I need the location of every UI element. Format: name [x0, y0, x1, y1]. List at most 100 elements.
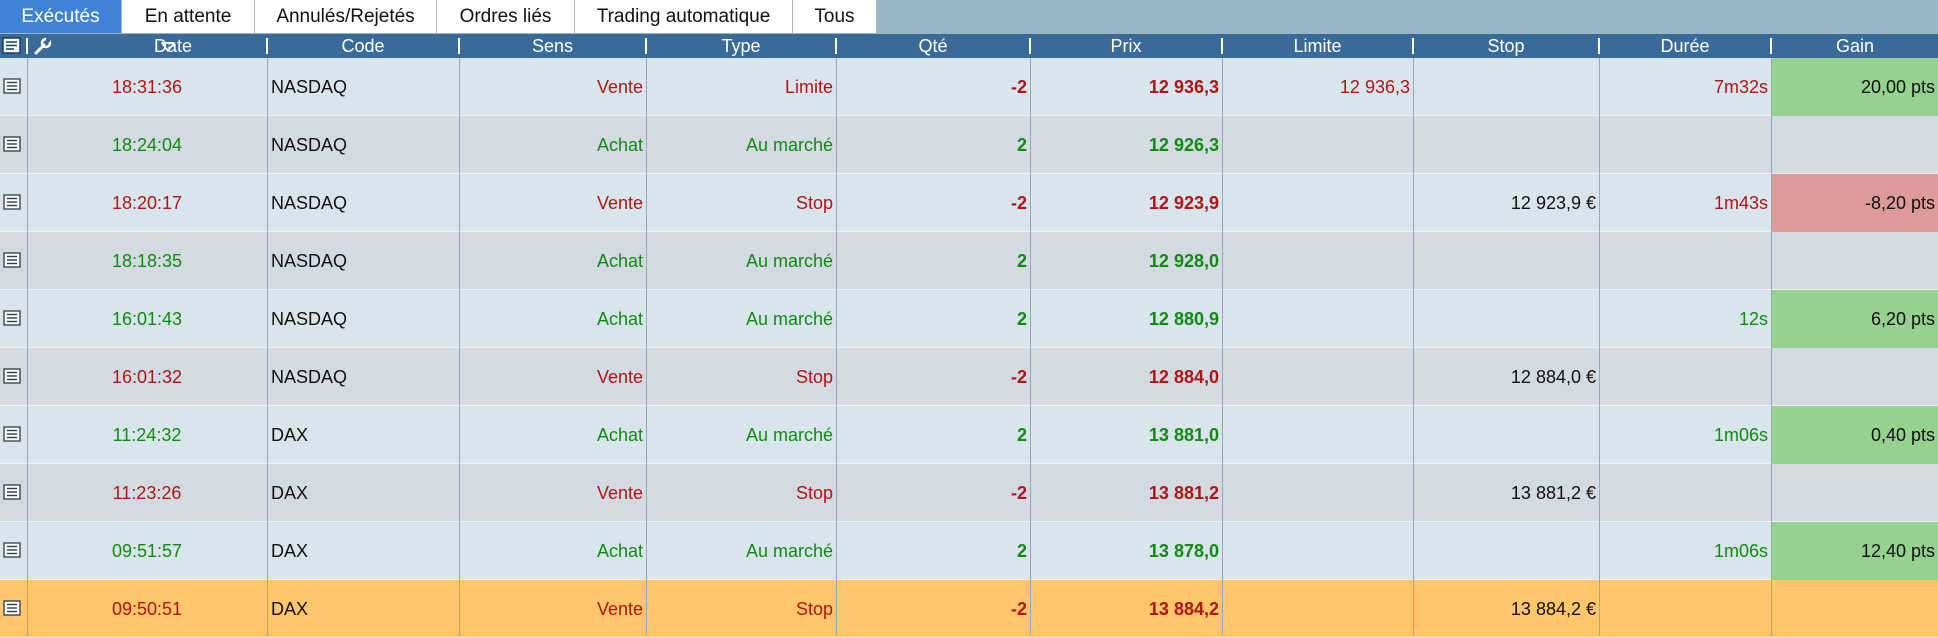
tab-trading-automatique[interactable]: Trading automatique	[575, 0, 793, 33]
prix-cell: 12 936,3	[1148, 77, 1219, 97]
date-cell: 18:20:17	[111, 193, 183, 213]
type-cell: Stop	[795, 599, 833, 619]
prix-cell: 12 928,0	[1148, 251, 1219, 271]
details-column-icon[interactable]	[2, 37, 22, 60]
table-row[interactable]: 16:01:43 NASDAQ Achat Au marché 2 12 880,9 12s…	[0, 290, 1938, 348]
code-cell: DAX	[271, 425, 309, 445]
column-separator[interactable]	[26, 38, 28, 54]
wrench-icon[interactable]	[33, 37, 53, 60]
order-details-icon[interactable]	[3, 252, 22, 273]
header-gain[interactable]: Gain	[1772, 34, 1938, 58]
limite-cell	[1223, 290, 1412, 348]
type-cell: Au marché	[745, 541, 833, 561]
header-qte[interactable]: Qté	[837, 34, 1029, 58]
tab-executes[interactable]: Exécutés	[0, 0, 122, 33]
limite-cell	[1223, 522, 1412, 580]
table-row[interactable]: 09:50:51 DAX Vente Stop -2 13 884,2 13 884,2 €	[0, 580, 1938, 638]
qte-cell: 2	[1016, 425, 1027, 445]
header-code[interactable]: Code	[268, 34, 458, 58]
header-duree[interactable]: Durée	[1600, 34, 1770, 58]
gain-cell: 6,20 pts	[1772, 290, 1938, 348]
tab-ordres-lies[interactable]: Ordres liés	[437, 0, 575, 33]
sens-cell: Achat	[596, 541, 643, 561]
header-limite[interactable]: Limite	[1223, 34, 1412, 58]
header-date[interactable]: Date	[148, 34, 198, 58]
type-cell: Au marché	[745, 425, 833, 445]
prix-cell: 12 926,3	[1148, 135, 1219, 155]
table-row[interactable]: 11:23:26 DAX Vente Stop -2 13 881,2 13 881,2 €	[0, 464, 1938, 522]
header-type[interactable]: Type	[647, 34, 835, 58]
qte-cell: -2	[1010, 599, 1027, 619]
limite-cell	[1223, 464, 1412, 522]
sens-cell: Achat	[596, 425, 643, 445]
stop-cell	[1414, 58, 1598, 116]
order-details-icon[interactable]	[3, 426, 22, 447]
sens-cell: Vente	[596, 599, 643, 619]
code-cell: NASDAQ	[271, 251, 348, 271]
stop-cell: 13 884,2 €	[1510, 599, 1596, 619]
column-divider	[267, 58, 268, 636]
table-row[interactable]: 18:24:04 NASDAQ Achat Au marché 2 12 926,3	[0, 116, 1938, 174]
table-row[interactable]: 16:01:32 NASDAQ Vente Stop -2 12 884,0 12 884,…	[0, 348, 1938, 406]
column-divider	[1413, 58, 1414, 636]
qte-cell: 2	[1016, 541, 1027, 561]
code-cell: NASDAQ	[271, 135, 348, 155]
type-cell: Stop	[795, 193, 833, 213]
prix-cell: 12 880,9	[1148, 309, 1219, 329]
type-cell: Au marché	[745, 309, 833, 329]
header-sens[interactable]: Sens	[460, 34, 645, 58]
gain-cell: -8,20 pts	[1772, 174, 1938, 232]
order-details-icon[interactable]	[3, 484, 22, 505]
table-row[interactable]: 18:20:17 NASDAQ Vente Stop -2 12 923,9 12 923,…	[0, 174, 1938, 232]
qte-cell: 2	[1016, 251, 1027, 271]
code-cell: NASDAQ	[271, 309, 348, 329]
column-divider	[1222, 58, 1223, 636]
date-cell: 11:24:32	[112, 425, 182, 445]
tab-en-attente[interactable]: En attente	[122, 0, 255, 33]
type-cell: Limite	[784, 77, 833, 97]
tab-tous[interactable]: Tous	[793, 0, 877, 33]
order-details-icon[interactable]	[3, 194, 22, 215]
limite-cell	[1223, 580, 1412, 638]
date-cell: 09:50:51	[111, 599, 183, 619]
qte-cell: -2	[1010, 193, 1027, 213]
duree-cell	[1600, 348, 1770, 406]
gain-cell	[1772, 116, 1938, 174]
column-divider	[646, 58, 647, 636]
prix-cell: 12 923,9	[1148, 193, 1219, 213]
column-divider	[1771, 58, 1772, 636]
type-cell: Au marché	[745, 251, 833, 271]
column-divider	[27, 58, 28, 636]
table-row[interactable]: 11:24:32 DAX Achat Au marché 2 13 881,0 1m06s 0…	[0, 406, 1938, 464]
header-stop[interactable]: Stop	[1414, 34, 1598, 58]
prix-cell: 13 881,2	[1148, 483, 1219, 503]
type-cell: Au marché	[745, 135, 833, 155]
order-details-icon[interactable]	[3, 78, 22, 99]
table-row[interactable]: 18:31:36 NASDAQ Vente Limite -2 12 936,3 12 93…	[0, 58, 1938, 116]
column-divider	[1599, 58, 1600, 636]
column-divider	[459, 58, 460, 636]
order-details-icon[interactable]	[3, 368, 22, 389]
code-cell: DAX	[271, 541, 309, 561]
limite-cell	[1223, 174, 1412, 232]
prix-cell: 13 884,2	[1148, 599, 1219, 619]
qte-cell: 2	[1016, 309, 1027, 329]
duree-cell: 1m06s	[1713, 541, 1768, 561]
table-row[interactable]: 09:51:57 DAX Achat Au marché 2 13 878,0 1m06s 1…	[0, 522, 1938, 580]
duree-cell: 7m32s	[1713, 77, 1768, 97]
order-details-icon[interactable]	[3, 600, 22, 621]
date-cell: 09:51:57	[111, 541, 183, 561]
duree-cell: 1m43s	[1713, 193, 1768, 213]
tab-annules-rejetes[interactable]: Annulés/Rejetés	[255, 0, 437, 33]
sens-cell: Vente	[596, 367, 643, 387]
gain-cell	[1772, 348, 1938, 406]
sens-cell: Achat	[596, 135, 643, 155]
table-header: Date Code Sens Type Qté Prix Limite Stop…	[0, 34, 1938, 58]
order-details-icon[interactable]	[3, 136, 22, 157]
order-details-icon[interactable]	[3, 310, 22, 331]
order-details-icon[interactable]	[3, 542, 22, 563]
limite-cell	[1223, 348, 1412, 406]
header-prix[interactable]: Prix	[1031, 34, 1221, 58]
table-row[interactable]: 18:18:35 NASDAQ Achat Au marché 2 12 928,0	[0, 232, 1938, 290]
code-cell: NASDAQ	[271, 367, 348, 387]
